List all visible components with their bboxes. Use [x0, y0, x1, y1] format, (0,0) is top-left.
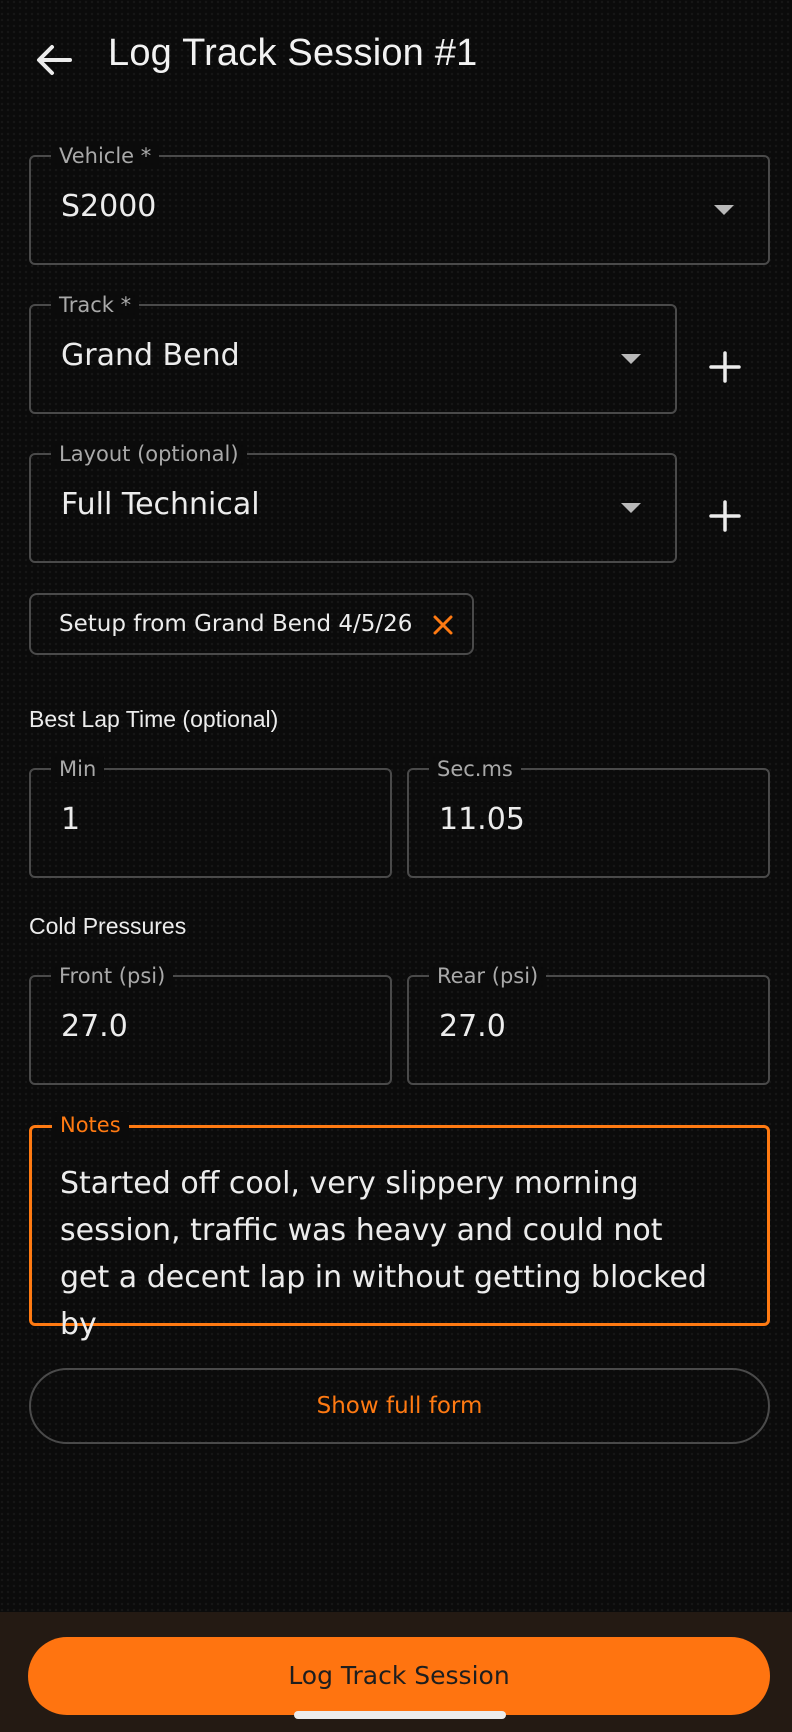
- lap-sec-label: Sec.ms: [429, 756, 521, 782]
- layout-select[interactable]: Layout (optional) Full Technical: [29, 441, 677, 563]
- chevron-down-icon: [621, 503, 641, 513]
- rear-psi-label: Rear (psi): [429, 963, 547, 989]
- notes-textarea[interactable]: Notes Started off cool, very slippery mo…: [29, 1112, 770, 1342]
- back-button[interactable]: [30, 36, 78, 84]
- chevron-down-icon: [621, 354, 641, 364]
- chevron-down-icon: [714, 205, 734, 215]
- show-full-form-button[interactable]: Show full form: [29, 1368, 770, 1444]
- front-psi-label: Front (psi): [51, 963, 174, 989]
- add-layout-button[interactable]: [700, 491, 750, 541]
- log-track-session-button[interactable]: Log Track Session: [28, 1637, 770, 1715]
- show-full-form-label: Show full form: [316, 1393, 483, 1419]
- track-label: Track *: [51, 292, 140, 318]
- vehicle-select[interactable]: Vehicle * S2000: [29, 143, 770, 265]
- front-psi-input[interactable]: Front (psi) 27.0: [29, 963, 392, 1085]
- lap-sec-input[interactable]: Sec.ms 11.05: [407, 756, 770, 878]
- lap-min-input[interactable]: Min 1: [29, 756, 392, 878]
- plus-icon: [709, 500, 741, 532]
- setup-chip[interactable]: Setup from Grand Bend 4/5/26: [29, 593, 474, 655]
- rear-psi-value: 27.0: [439, 1009, 506, 1044]
- layout-label: Layout (optional): [51, 441, 247, 467]
- notes-value: Started off cool, very slippery morning …: [60, 1166, 707, 1342]
- cold-pressures-section-label: Cold Pressures: [29, 913, 187, 939]
- arrow-left-icon: [37, 45, 72, 75]
- lap-sec-value: 11.05: [439, 802, 525, 837]
- plus-icon: [709, 351, 741, 383]
- notes-label: Notes: [52, 1112, 129, 1138]
- layout-value: Full Technical: [61, 487, 260, 522]
- page-title: Log Track Session #1: [108, 32, 478, 74]
- rear-psi-input[interactable]: Rear (psi) 27.0: [407, 963, 770, 1085]
- home-indicator[interactable]: [294, 1711, 506, 1719]
- close-icon[interactable]: [429, 611, 457, 639]
- front-psi-value: 27.0: [61, 1009, 128, 1044]
- vehicle-label: Vehicle *: [51, 143, 160, 169]
- vehicle-value: S2000: [61, 189, 157, 224]
- track-select[interactable]: Track * Grand Bend: [29, 292, 677, 414]
- lap-min-value: 1: [61, 802, 81, 837]
- log-track-session-label: Log Track Session: [288, 1661, 510, 1690]
- lap-min-label: Min: [51, 756, 105, 782]
- add-track-button[interactable]: [700, 342, 750, 392]
- track-value: Grand Bend: [61, 338, 240, 373]
- best-lap-section-label: Best Lap Time (optional): [29, 706, 279, 732]
- setup-chip-label: Setup from Grand Bend 4/5/26: [59, 611, 413, 637]
